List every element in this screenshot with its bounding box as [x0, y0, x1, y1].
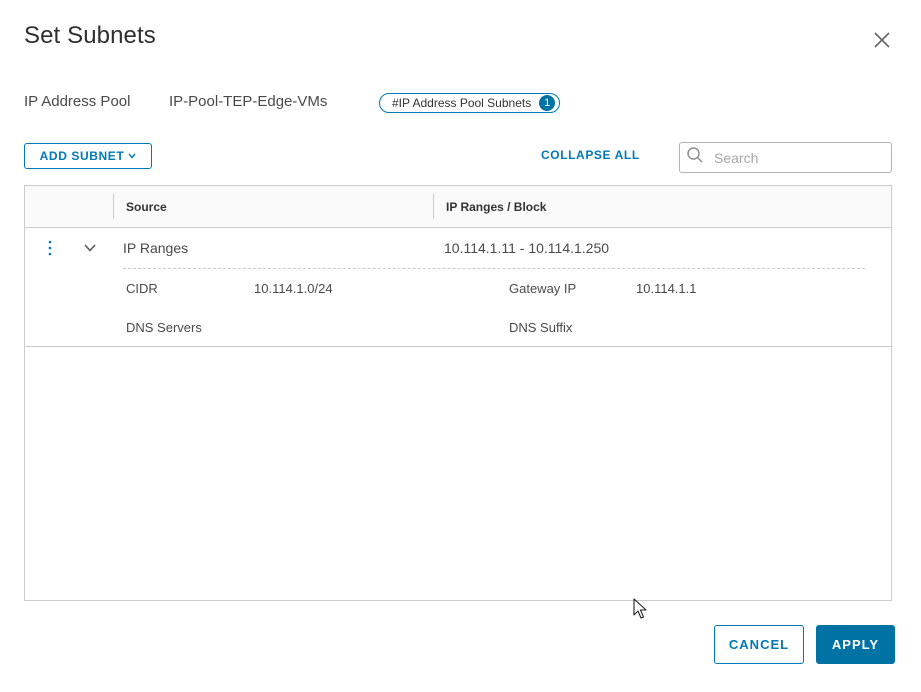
add-subnet-label: ADD SUBNET — [39, 149, 125, 163]
column-separator[interactable] — [433, 194, 434, 219]
dns-servers-label: DNS Servers — [126, 320, 202, 335]
subnets-grid: Source IP Ranges / Block IP Ranges 10.11… — [24, 185, 892, 601]
set-subnets-dialog: Set Subnets IP Address Pool IP-Pool-TEP-… — [0, 0, 921, 692]
chevron-down-icon — [128, 151, 136, 161]
column-separator[interactable] — [113, 194, 114, 219]
column-header-ip-ranges[interactable]: IP Ranges / Block — [446, 200, 546, 214]
gateway-ip-label: Gateway IP — [509, 281, 577, 296]
ip-address-pool-label: IP Address Pool — [24, 93, 131, 110]
search-icon — [686, 146, 704, 169]
cancel-button[interactable]: CANCEL — [714, 625, 804, 664]
dialog-title: Set Subnets — [24, 22, 156, 49]
tag-count-badge: 1 — [539, 95, 556, 111]
row-actions-icon[interactable] — [45, 238, 55, 258]
close-icon[interactable] — [870, 28, 894, 52]
chevron-down-icon[interactable] — [82, 240, 98, 256]
table-row: IP Ranges 10.114.1.11 - 10.114.1.250 CID… — [25, 228, 891, 347]
ip-address-pool-subnets-tag[interactable]: #IP Address Pool Subnets 1 — [379, 93, 561, 113]
cidr-value: 10.114.1.0/24 — [254, 281, 333, 296]
gateway-ip-value: 10.114.1.1 — [636, 281, 697, 296]
mouse-pointer-icon — [633, 598, 649, 622]
ip-ranges-cell: 10.114.1.11 - 10.114.1.250 — [444, 240, 610, 256]
search-input[interactable] — [712, 148, 886, 167]
ip-address-pool-name: IP-Pool-TEP-Edge-VMs — [169, 93, 328, 110]
cidr-label: CIDR — [126, 281, 158, 296]
source-cell: IP Ranges — [123, 240, 189, 256]
grid-header: Source IP Ranges / Block — [25, 186, 891, 228]
apply-button[interactable]: APPLY — [816, 625, 895, 664]
detail-divider — [123, 268, 865, 269]
search-field[interactable] — [679, 142, 892, 173]
collapse-all-link[interactable]: COLLAPSE ALL — [541, 148, 640, 162]
tag-label: #IP Address Pool Subnets — [392, 96, 532, 110]
column-header-source[interactable]: Source — [126, 200, 167, 214]
dns-suffix-label: DNS Suffix — [509, 320, 573, 335]
add-subnet-button[interactable]: ADD SUBNET — [24, 143, 152, 169]
